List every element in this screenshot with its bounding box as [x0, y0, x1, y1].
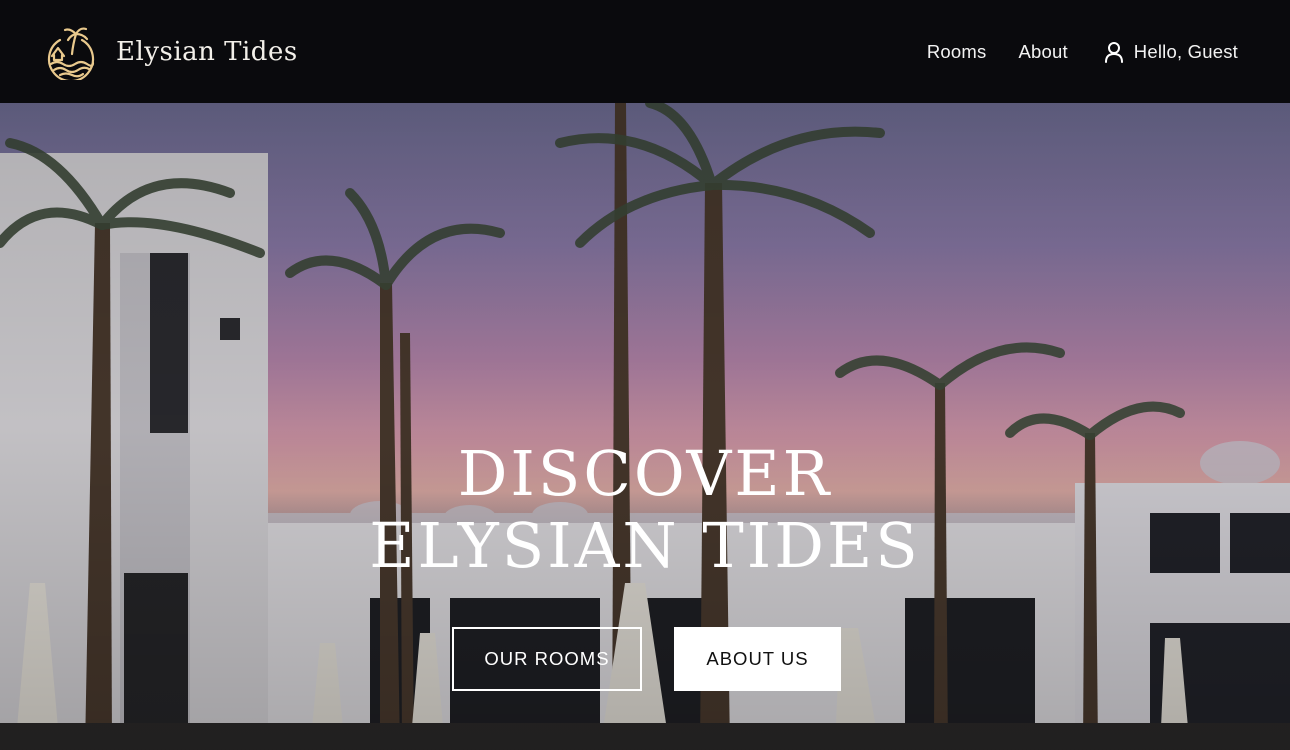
account-greeting: Hello, Guest [1133, 40, 1238, 62]
about-us-button[interactable]: ABOUT US [674, 627, 841, 691]
hero-overlay [0, 103, 1290, 750]
palm-island-wave-icon [47, 26, 95, 80]
our-rooms-button[interactable]: OUR ROOMS [452, 627, 642, 691]
nav-link-rooms[interactable]: Rooms [927, 41, 987, 63]
brand-home-link[interactable]: Elysian Tides [46, 24, 298, 80]
brand-name: Elysian Tides [116, 36, 298, 67]
account-menu[interactable]: Hello, Guest [1104, 41, 1238, 63]
main-nav: Rooms About Hello, Guest [927, 41, 1238, 63]
user-icon [1104, 41, 1123, 63]
site-header: Elysian Tides Rooms About Hello, Guest [0, 0, 1290, 103]
nav-link-about[interactable]: About [1018, 41, 1067, 63]
hero-section: DISCOVER ELYSIAN TIDES OUR ROOMS ABOUT U… [0, 103, 1290, 750]
hero-title-line2: ELYSIAN TIDES [369, 509, 921, 582]
hero-title-line1: DISCOVER [457, 437, 833, 510]
hero-title: DISCOVER ELYSIAN TIDES [0, 438, 1290, 582]
